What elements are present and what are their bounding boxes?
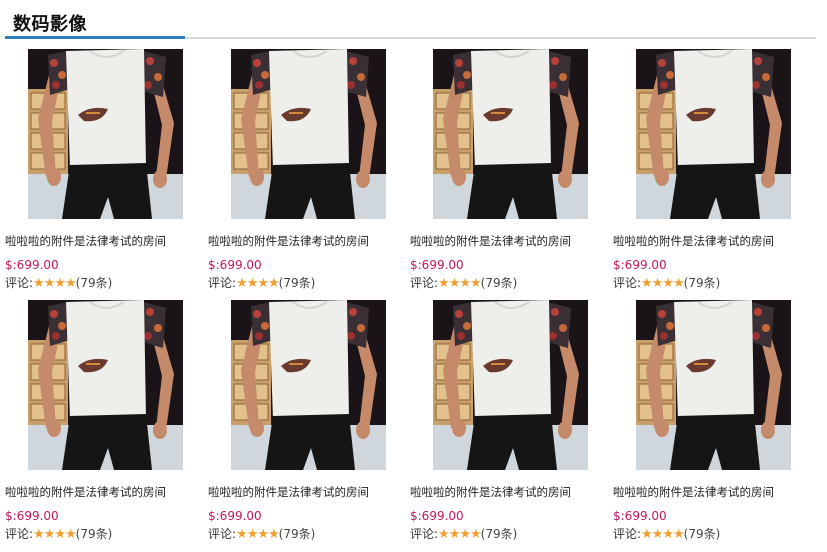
product-card: 啦啦啦的附件是法律考试的房间 $:699.00 评论:★★★★(79条) — [208, 49, 408, 301]
product-price: $:699.00 — [410, 258, 464, 272]
product-price: $:699.00 — [613, 509, 667, 523]
tshirt-photo — [28, 49, 183, 219]
review-count: (79条) — [278, 527, 316, 541]
review-count: (79条) — [278, 276, 316, 290]
product-price: $:699.00 — [5, 258, 59, 272]
rating-stars-icon: ★★★★ — [33, 527, 77, 542]
tshirt-photo — [636, 49, 791, 219]
rating-stars-icon: ★★★★ — [33, 276, 77, 291]
product-card: 啦啦啦的附件是法律考试的房间 $:699.00 评论:★★★★(79条) — [208, 300, 408, 552]
product-title[interactable]: 啦啦啦的附件是法律考试的房间 — [5, 484, 205, 500]
product-image[interactable] — [231, 49, 386, 219]
product-price: $:699.00 — [208, 509, 262, 523]
review-label: 评论: — [613, 276, 642, 290]
review-label: 评论: — [208, 527, 237, 541]
review-count: (79条) — [480, 527, 518, 541]
product-card: 啦啦啦的附件是法律考试的房间 $:699.00 评论:★★★★(79条) — [613, 49, 813, 301]
review-count: (79条) — [683, 527, 721, 541]
product-title[interactable]: 啦啦啦的附件是法律考试的房间 — [410, 484, 610, 500]
review-label: 评论: — [410, 276, 439, 290]
product-card: 啦啦啦的附件是法律考试的房间 $:699.00 评论:★★★★(79条) — [5, 300, 205, 552]
review-count: (79条) — [683, 276, 721, 290]
product-title[interactable]: 啦啦啦的附件是法律考试的房间 — [613, 484, 813, 500]
product-image[interactable] — [433, 49, 588, 219]
product-card: 啦啦啦的附件是法律考试的房间 $:699.00 评论:★★★★(79条) — [410, 49, 610, 301]
product-title[interactable]: 啦啦啦的附件是法律考试的房间 — [208, 484, 408, 500]
product-image[interactable] — [636, 300, 791, 470]
review-label: 评论: — [208, 276, 237, 290]
product-reviews: 评论:★★★★(79条) — [208, 525, 315, 542]
product-image[interactable] — [28, 300, 183, 470]
rating-stars-icon: ★★★★ — [641, 527, 685, 542]
review-count: (79条) — [480, 276, 518, 290]
product-reviews: 评论:★★★★(79条) — [613, 525, 720, 542]
product-title[interactable]: 啦啦啦的附件是法律考试的房间 — [613, 233, 813, 249]
rating-stars-icon: ★★★★ — [236, 276, 280, 291]
rating-stars-icon: ★★★★ — [438, 276, 482, 291]
product-grid: 啦啦啦的附件是法律考试的房间 $:699.00 评论:★★★★(79条) 啦啦啦… — [0, 0, 827, 546]
product-card: 啦啦啦的附件是法律考试的房间 $:699.00 评论:★★★★(79条) — [5, 49, 205, 301]
rating-stars-icon: ★★★★ — [438, 527, 482, 542]
product-reviews: 评论:★★★★(79条) — [613, 274, 720, 291]
product-reviews: 评论:★★★★(79条) — [208, 274, 315, 291]
tshirt-photo — [433, 300, 588, 470]
review-count: (79条) — [75, 527, 113, 541]
tshirt-photo — [433, 49, 588, 219]
tshirt-photo — [28, 300, 183, 470]
product-title[interactable]: 啦啦啦的附件是法律考试的房间 — [410, 233, 610, 249]
review-label: 评论: — [5, 527, 34, 541]
review-label: 评论: — [410, 527, 439, 541]
product-card: 啦啦啦的附件是法律考试的房间 $:699.00 评论:★★★★(79条) — [410, 300, 610, 552]
product-image[interactable] — [433, 300, 588, 470]
product-price: $:699.00 — [410, 509, 464, 523]
review-label: 评论: — [5, 276, 34, 290]
tshirt-photo — [636, 300, 791, 470]
product-reviews: 评论:★★★★(79条) — [410, 274, 517, 291]
product-title[interactable]: 啦啦啦的附件是法律考试的房间 — [5, 233, 205, 249]
tshirt-photo — [231, 300, 386, 470]
product-price: $:699.00 — [208, 258, 262, 272]
product-price: $:699.00 — [5, 509, 59, 523]
product-reviews: 评论:★★★★(79条) — [5, 274, 112, 291]
review-label: 评论: — [613, 527, 642, 541]
tshirt-photo — [231, 49, 386, 219]
product-card: 啦啦啦的附件是法律考试的房间 $:699.00 评论:★★★★(79条) — [613, 300, 813, 552]
product-reviews: 评论:★★★★(79条) — [410, 525, 517, 542]
product-image[interactable] — [231, 300, 386, 470]
product-image[interactable] — [28, 49, 183, 219]
product-price: $:699.00 — [613, 258, 667, 272]
product-title[interactable]: 啦啦啦的附件是法律考试的房间 — [208, 233, 408, 249]
rating-stars-icon: ★★★★ — [236, 527, 280, 542]
product-image[interactable] — [636, 49, 791, 219]
rating-stars-icon: ★★★★ — [641, 276, 685, 291]
product-reviews: 评论:★★★★(79条) — [5, 525, 112, 542]
review-count: (79条) — [75, 276, 113, 290]
